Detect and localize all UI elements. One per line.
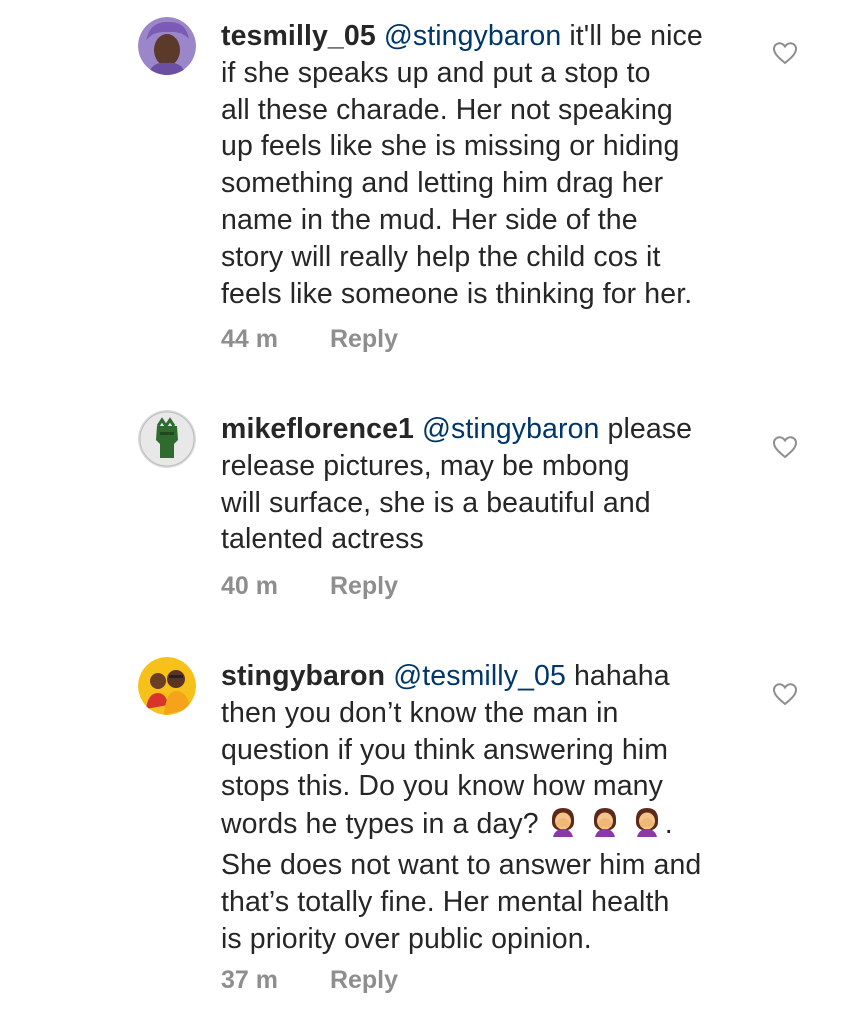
heart-icon[interactable] — [772, 435, 798, 459]
reply-button[interactable]: Reply — [330, 966, 398, 994]
avatar[interactable] — [138, 17, 196, 75]
comment-username[interactable]: stingybaron — [221, 660, 385, 692]
facepalm-woman-emoji-icon — [551, 808, 574, 838]
comment-timestamp: 37 m — [221, 966, 278, 994]
comment-text: question if you think answering him — [221, 733, 669, 766]
comment-text: She does not want to answer him and — [221, 848, 702, 881]
avatar-purple-headwrap-icon — [138, 17, 196, 75]
comment-text: words he types in a day? — [221, 808, 539, 841]
comment-text: feels like someone is thinking for her. — [221, 277, 693, 310]
comment-text: will surface, she is a beautiful and — [221, 486, 651, 519]
comment-text: hahaha — [573, 660, 670, 692]
comment-text: talented actress — [221, 523, 424, 556]
comment-mention[interactable]: @stingybaron — [384, 20, 561, 52]
comment-text: if she speaks up and put a stop to — [221, 56, 651, 89]
comment-text: stops this. Do you know how many — [221, 770, 663, 803]
comment-text: it'll be nice — [569, 20, 703, 52]
comment-text: release pictures, may be mbong — [221, 449, 630, 482]
comment-text: all these charade. Her not speaking — [221, 93, 673, 126]
facepalm-woman-emoji-icon — [593, 808, 616, 838]
comment-mention[interactable]: @tesmilly_05 — [393, 660, 566, 692]
reply-button[interactable]: Reply — [330, 325, 398, 353]
comment-text: something and letting him drag her — [221, 167, 664, 200]
facepalm-woman-emoji-group — [547, 805, 665, 847]
comment-text: that’s totally fine. Her mental health — [221, 885, 670, 918]
comment-text: then you don’t know the man in — [221, 696, 619, 729]
comment-text: story will really help the child cos it — [221, 240, 661, 273]
reply-button[interactable]: Reply — [330, 572, 398, 600]
comment-timestamp: 40 m — [221, 572, 278, 600]
comment-text: up feels like she is missing or hiding — [221, 130, 680, 163]
comment-text: . — [664, 808, 673, 841]
facepalm-woman-emoji-icon — [635, 808, 658, 838]
comment-text: please — [607, 413, 693, 445]
heart-icon[interactable] — [772, 41, 798, 65]
comment-text: name in the mud. Her side of the — [221, 203, 638, 236]
comment-mention[interactable]: @stingybaron — [422, 413, 599, 445]
avatar-green-fist-icon — [138, 410, 196, 468]
comment-username[interactable]: mikeflorence1 — [221, 413, 414, 445]
avatar[interactable] — [138, 410, 196, 468]
comment-timestamp: 44 m — [221, 325, 278, 353]
comment-username[interactable]: tesmilly_05 — [221, 20, 376, 52]
avatar-two-people-yellow-icon — [138, 657, 196, 715]
avatar[interactable] — [138, 657, 196, 715]
heart-icon[interactable] — [772, 682, 798, 706]
comment-text: is priority over public opinion. — [221, 922, 592, 955]
